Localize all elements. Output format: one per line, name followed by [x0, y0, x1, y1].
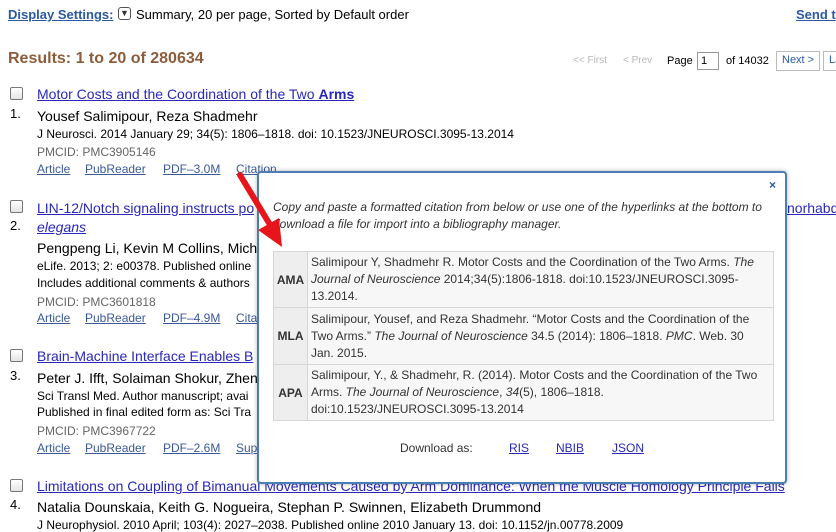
pdf-link[interactable]: PDF–3.0M — [163, 162, 220, 176]
result-pmcid: PMCID: PMC3905146 — [37, 145, 156, 159]
pager-first: << First — [573, 55, 607, 66]
result-authors: Pengpeng Li, Kevin M Collins, Mich — [37, 240, 258, 256]
result-number: 2. — [10, 218, 21, 233]
pdf-link[interactable]: PDF–4.9M — [163, 311, 220, 325]
result-extra: Includes additional comments & authors — [37, 276, 250, 290]
ama-label: AMA — [273, 251, 308, 308]
apa-citation[interactable]: Salimipour, Y., & Shadmehr, R. (2014). M… — [307, 364, 774, 421]
result-title-link[interactable]: LIN-12/Notch signaling instructs po — [37, 200, 254, 216]
citation-table: AMA Salimipour Y, Shadmehr R. Motor Cost… — [273, 251, 774, 421]
display-settings-summary: Summary, 20 per page, Sorted by Default … — [136, 7, 409, 22]
download-ris-link[interactable]: RIS — [509, 441, 529, 455]
send-to-link[interactable]: Send t — [796, 7, 836, 22]
mla-label: MLA — [273, 307, 308, 365]
result-title-link-tail[interactable]: norhabd — [787, 200, 836, 216]
result-citation: eLife. 2013; 2: e00378. Published online — [37, 259, 252, 273]
result-extra: Published in final edited form as: Sci T… — [37, 405, 252, 419]
chevron-down-icon[interactable]: ▼ — [118, 7, 131, 20]
article-link[interactable]: Article — [37, 162, 70, 176]
display-settings-link[interactable]: Display Settings: — [8, 7, 113, 22]
arrow-shaft — [237, 172, 275, 231]
result-authors: Natalia Dounskaia, Keith G. Nogueira, St… — [37, 499, 542, 515]
article-link[interactable]: Article — [37, 441, 70, 455]
result-citation: J Neurosci. 2014 January 29; 34(5): 1806… — [37, 127, 514, 141]
result-checkbox[interactable] — [10, 87, 23, 100]
red-arrow-annotation — [237, 172, 282, 247]
results-heading: Results: 1 to 20 of 280634 — [8, 50, 204, 67]
result-authors: Peter J. Ifft, Solaiman Shokur, Zhen — [37, 370, 258, 386]
result-title-link-line2[interactable]: elegans — [37, 219, 86, 235]
pager-next-button[interactable]: Next > — [776, 51, 821, 71]
result-number: 1. — [10, 106, 21, 121]
result-checkbox[interactable] — [10, 200, 23, 213]
result-number: 4. — [10, 497, 21, 512]
result-title-link[interactable]: Motor Costs and the Coordination of the … — [37, 86, 354, 102]
apa-label: APA — [273, 364, 308, 421]
page-number-input[interactable] — [697, 52, 719, 70]
download-nbib-link[interactable]: NBIB — [556, 441, 584, 455]
result-citation: Sci Transl Med. Author manuscript; avai — [37, 389, 249, 403]
result-pmcid: PMCID: PMC3967722 — [37, 424, 156, 438]
ama-citation[interactable]: Salimipour Y, Shadmehr R. Motor Costs an… — [307, 251, 774, 308]
close-icon[interactable]: × — [769, 178, 776, 192]
result-pmcid: PMCID: PMC3601818 — [37, 295, 156, 309]
pager-page-label: Page — [667, 55, 693, 67]
pager-total-pages: of 14032 — [726, 55, 769, 67]
pubreader-link[interactable]: PubReader — [85, 162, 146, 176]
mla-citation[interactable]: Salimipour, Yousef, and Reza Shadmehr. “… — [307, 307, 774, 365]
supplementary-link[interactable]: Sup — [236, 441, 257, 455]
pager-prev: < Prev — [623, 55, 653, 66]
result-title-text[interactable]: Motor Costs and the Coordination of the … — [37, 86, 318, 102]
download-json-link[interactable]: JSON — [612, 441, 644, 455]
result-authors: Yousef Salimipour, Reza Shadmehr — [37, 108, 258, 124]
article-link[interactable]: Article — [37, 311, 70, 325]
popup-instructions: Copy and paste a formatted citation from… — [273, 200, 762, 231]
pubreader-link[interactable]: PubReader — [85, 441, 146, 455]
result-checkbox[interactable] — [10, 349, 23, 362]
download-label: Download as: — [400, 441, 473, 455]
citation-link[interactable]: Cita — [236, 311, 257, 325]
pdf-link[interactable]: PDF–2.6M — [163, 441, 220, 455]
citation-popup: × Copy and paste a formatted citation fr… — [257, 171, 787, 484]
result-title-highlight[interactable]: Arms — [318, 86, 354, 102]
result-checkbox[interactable] — [10, 479, 23, 492]
result-number: 3. — [10, 368, 21, 383]
pager-last-button[interactable]: La — [823, 51, 836, 71]
pubreader-link[interactable]: PubReader — [85, 311, 146, 325]
result-title-link[interactable]: Brain-Machine Interface Enables B — [37, 348, 253, 364]
result-citation: J Neurophysiol. 2010 April; 103(4): 2027… — [37, 518, 624, 532]
